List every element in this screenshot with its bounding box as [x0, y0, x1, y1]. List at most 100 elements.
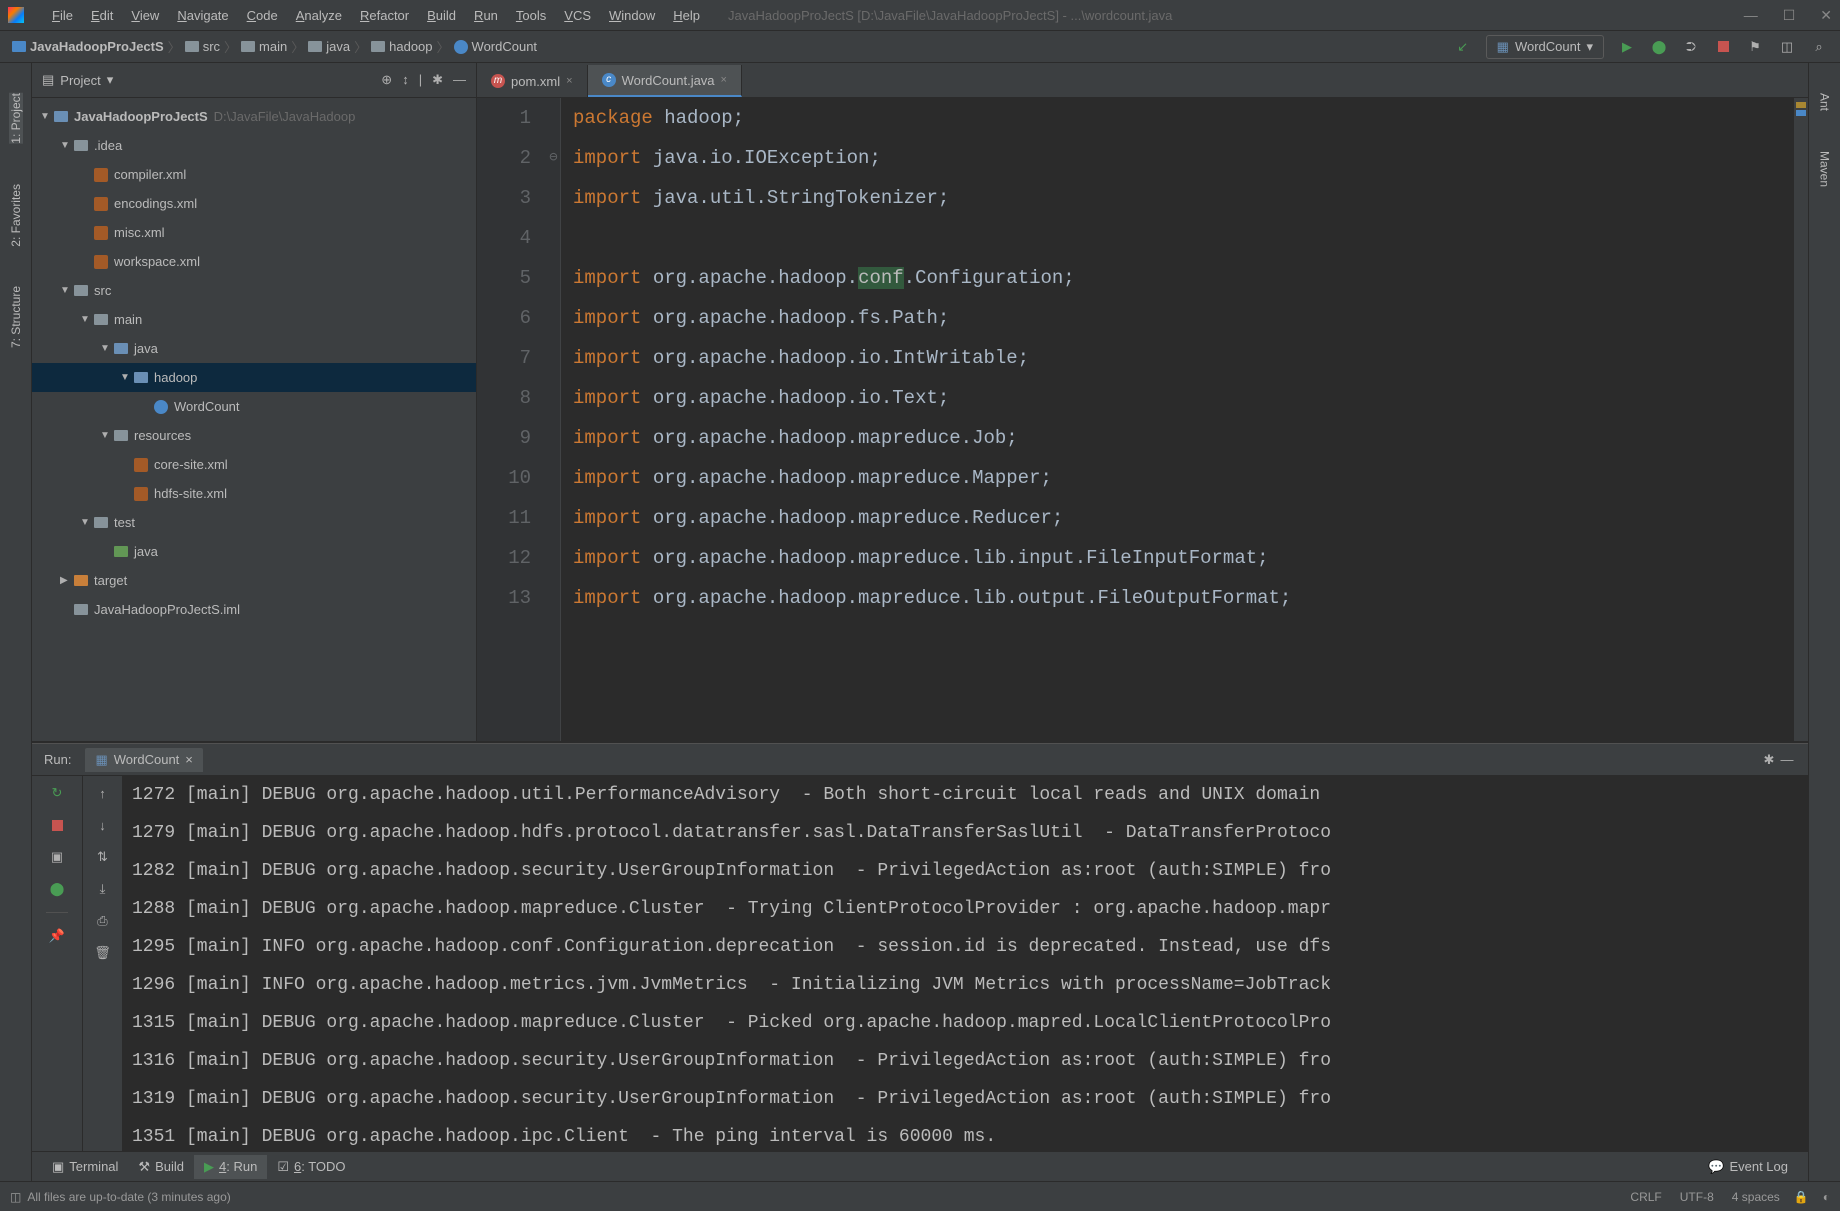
debug-icon[interactable]: ⬤: [1650, 38, 1668, 56]
profile-icon[interactable]: ⚑: [1746, 38, 1764, 56]
tree-item[interactable]: ▼src: [32, 276, 476, 305]
build-icon[interactable]: ↙: [1454, 38, 1472, 56]
menu-file[interactable]: File: [44, 8, 81, 23]
camera-icon[interactable]: ▣: [48, 848, 66, 866]
menu-help[interactable]: Help: [665, 8, 708, 23]
event-log-tab[interactable]: 💬 Event Log: [1698, 1155, 1798, 1179]
run-icon[interactable]: ▶: [1618, 38, 1636, 56]
breadcrumb-item[interactable]: WordCount: [454, 39, 538, 54]
close-icon[interactable]: ✕: [1820, 7, 1832, 24]
tree-item[interactable]: ▶target: [32, 566, 476, 595]
print-icon[interactable]: ⎙: [94, 912, 112, 930]
close-icon[interactable]: ×: [185, 752, 193, 767]
status-item[interactable]: 4 spaces: [1732, 1190, 1780, 1204]
stop-icon[interactable]: [1714, 38, 1732, 56]
inspector-icon[interactable]: ◐: [1823, 1190, 1830, 1204]
menu-refactor[interactable]: Refactor: [352, 8, 417, 23]
menu-build[interactable]: Build: [419, 8, 464, 23]
bottom-tab-terminal[interactable]: ▣Terminal: [42, 1155, 128, 1179]
menu-tools[interactable]: Tools: [508, 8, 554, 23]
tree-item[interactable]: JavaHadoopProJectS.iml: [32, 595, 476, 624]
console-output[interactable]: 1272 [main] DEBUG org.apache.hadoop.util…: [122, 776, 1808, 1151]
tree-arrow-icon[interactable]: ▼: [80, 517, 94, 528]
tree-item[interactable]: WordCount: [32, 392, 476, 421]
tree-arrow-icon[interactable]: ▼: [80, 314, 94, 325]
chevron-down-icon[interactable]: ▾: [107, 72, 114, 88]
collapse-icon[interactable]: ↕: [402, 72, 409, 88]
right-tool-maven[interactable]: Maven: [1818, 151, 1832, 187]
breadcrumb-item[interactable]: main: [241, 39, 287, 54]
run-config-dropdown[interactable]: ▦ WordCount ▾: [1486, 35, 1604, 59]
breadcrumb-item[interactable]: src: [185, 39, 220, 54]
tree-arrow-icon[interactable]: ▼: [100, 343, 114, 354]
tree-item[interactable]: encodings.xml: [32, 189, 476, 218]
status-item[interactable]: UTF-8: [1680, 1190, 1714, 1204]
tree-item[interactable]: ▼test: [32, 508, 476, 537]
minimize-icon[interactable]: —: [1744, 7, 1758, 24]
code-area[interactable]: 12345678910111213 ⊖ package hadoop;impor…: [477, 98, 1808, 741]
target-icon[interactable]: ⊕: [381, 72, 392, 88]
clear-icon[interactable]: 🗑: [94, 944, 112, 962]
bottom-tab-build[interactable]: ⚒Build: [128, 1155, 194, 1179]
tree-arrow-icon[interactable]: ▼: [120, 372, 134, 383]
rerun-icon[interactable]: ↻: [48, 784, 66, 802]
menu-code[interactable]: Code: [239, 8, 286, 23]
hide-icon[interactable]: —: [1778, 751, 1796, 769]
tree-item[interactable]: java: [32, 537, 476, 566]
menu-analyze[interactable]: Analyze: [288, 8, 350, 23]
maximize-icon[interactable]: ☐: [1783, 7, 1796, 24]
tree-arrow-icon[interactable]: ▼: [60, 140, 74, 151]
menu-view[interactable]: View: [123, 8, 167, 23]
tree-item[interactable]: hdfs-site.xml: [32, 479, 476, 508]
status-icon[interactable]: ◫: [10, 1190, 21, 1204]
tree-item[interactable]: workspace.xml: [32, 247, 476, 276]
tree-item[interactable]: ▼resources: [32, 421, 476, 450]
right-tool-ant[interactable]: Ant: [1818, 93, 1832, 111]
menu-run[interactable]: Run: [466, 8, 506, 23]
wrap-icon[interactable]: ⇅: [94, 848, 112, 866]
project-tree[interactable]: ▼ JavaHadoopProJectS D:\JavaFile\JavaHad…: [32, 98, 476, 741]
tree-item[interactable]: compiler.xml: [32, 160, 476, 189]
menu-vcs[interactable]: VCS: [556, 8, 599, 23]
gear-icon[interactable]: ✱: [432, 72, 443, 88]
down-icon[interactable]: ↓: [94, 816, 112, 834]
left-tool-favorites[interactable]: 2: Favorites: [9, 184, 23, 247]
coverage-icon[interactable]: ⮊: [1682, 38, 1700, 56]
bottom-tab-run[interactable]: ▶4: Run: [194, 1155, 267, 1179]
scroll-icon[interactable]: ⤓: [94, 880, 112, 898]
search-icon[interactable]: ⌕: [1810, 38, 1828, 56]
breadcrumb-item[interactable]: hadoop: [371, 39, 432, 54]
bottom-tab-todo[interactable]: ☑6: TODO: [267, 1155, 355, 1179]
menu-edit[interactable]: Edit: [83, 8, 121, 23]
close-icon[interactable]: ×: [721, 74, 727, 86]
gear-icon[interactable]: ✱: [1760, 751, 1778, 769]
tree-item[interactable]: ▼hadoop: [32, 363, 476, 392]
code-text[interactable]: package hadoop;import java.io.IOExceptio…: [561, 98, 1794, 741]
debug-icon[interactable]: ⬤: [48, 880, 66, 898]
stop-icon[interactable]: [48, 816, 66, 834]
tree-item[interactable]: ▼.idea: [32, 131, 476, 160]
menu-window[interactable]: Window: [601, 8, 663, 23]
tree-item[interactable]: ▼main: [32, 305, 476, 334]
up-icon[interactable]: ↑: [94, 784, 112, 802]
breadcrumb-item[interactable]: JavaHadoopProJectS: [12, 39, 164, 54]
editor-scrollbar[interactable]: [1794, 98, 1808, 741]
tree-arrow-icon[interactable]: ▼: [100, 430, 114, 441]
pin-icon[interactable]: 📌: [48, 927, 66, 945]
status-item[interactable]: CRLF: [1630, 1190, 1661, 1204]
hide-icon[interactable]: —: [453, 72, 466, 88]
tree-arrow-icon[interactable]: ▼: [60, 285, 74, 296]
menu-navigate[interactable]: Navigate: [169, 8, 236, 23]
editor-tab[interactable]: mpom.xml×: [477, 65, 588, 97]
left-tool-project[interactable]: 1: Project: [9, 93, 23, 144]
editor-tab[interactable]: cWordCount.java×: [588, 65, 742, 97]
tree-arrow-icon[interactable]: ▶: [60, 575, 74, 586]
tree-item[interactable]: ▼java: [32, 334, 476, 363]
run-tab[interactable]: ▦ WordCount ×: [85, 748, 202, 772]
left-tool-structure[interactable]: 7: Structure: [9, 286, 23, 348]
breadcrumb-item[interactable]: java: [308, 39, 350, 54]
lock-icon[interactable]: 🔒: [1794, 1190, 1809, 1204]
tree-item[interactable]: misc.xml: [32, 218, 476, 247]
tree-item[interactable]: core-site.xml: [32, 450, 476, 479]
layout-icon[interactable]: ◫: [1778, 38, 1796, 56]
